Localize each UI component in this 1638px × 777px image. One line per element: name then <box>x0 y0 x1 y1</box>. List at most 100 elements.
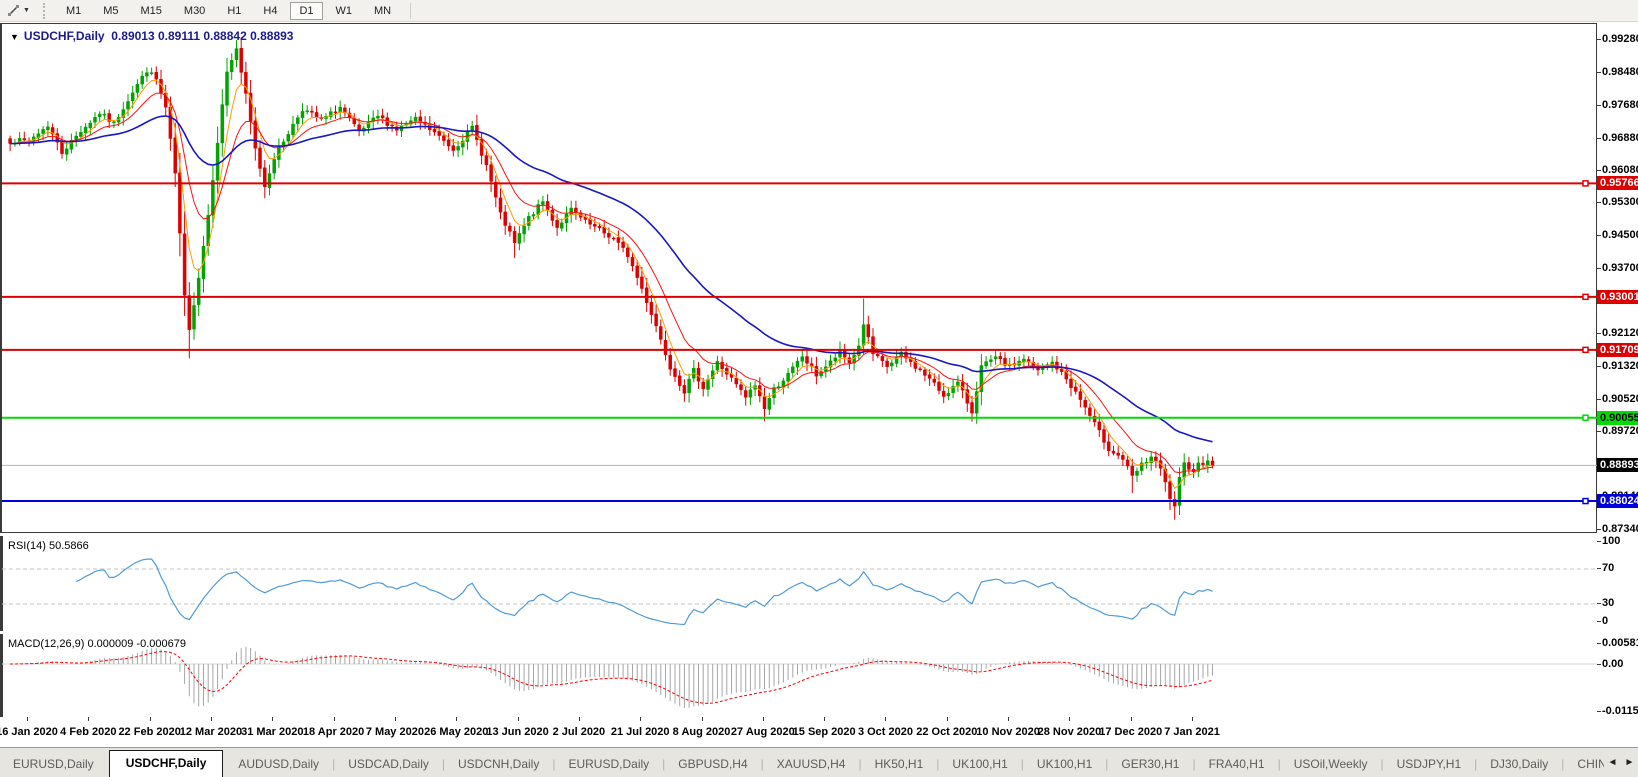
date-label: 17 Dec 2020 <box>1099 726 1162 738</box>
horizontal-line-handle[interactable] <box>1583 294 1588 299</box>
date-tick <box>395 717 396 721</box>
tab-hk50-h1[interactable]: HK50,H1 <box>862 752 937 777</box>
up-candle-bodies <box>13 49 1209 506</box>
chart-tab-bar: EURUSD,DailyUSDCHF,DailyAUDUSD,Daily|USD… <box>0 747 1638 777</box>
rsi-pane[interactable]: RSI(14) 50.5866 <box>0 536 3 631</box>
axis-tick <box>1597 72 1601 73</box>
axis-tick-label: 0.94500 <box>1602 229 1638 241</box>
tab-ger30-h1[interactable]: GER30,H1 <box>1108 752 1192 777</box>
timeframe-button-m15[interactable]: M15 <box>132 2 171 20</box>
axis-tick-label: 0.89720 <box>1602 425 1638 437</box>
date-label: 28 Nov 2020 <box>1038 726 1102 738</box>
rsi-line <box>76 559 1212 624</box>
date-tick <box>1192 717 1193 721</box>
tab-eurusd-daily[interactable]: EURUSD,Daily <box>0 752 107 777</box>
axis-tick-label: 0.97680 <box>1602 99 1638 111</box>
timeframe-button-d1[interactable]: D1 <box>290 2 322 20</box>
date-label: 18 Apr 2020 <box>303 726 364 738</box>
timeframe-button-h4[interactable]: H4 <box>254 2 286 20</box>
timeframe-button-mn[interactable]: MN <box>365 2 400 20</box>
moving-average-line-40 <box>10 116 1212 442</box>
line-studies-button[interactable]: ▼ <box>4 3 33 18</box>
horizontal-line-handle[interactable] <box>1583 181 1588 186</box>
tab-usdjpy-h1[interactable]: USDJPY,H1 <box>1384 752 1474 777</box>
tab-usoil-weekly[interactable]: USOil,Weekly <box>1281 752 1381 777</box>
date-label: 7 May 2020 <box>366 726 424 738</box>
axis-tick-label: -0.011514 <box>1602 705 1638 717</box>
date-tick <box>334 717 335 721</box>
axis-tick-label: 0.005818 <box>1602 637 1638 649</box>
chart-menu-icon[interactable]: ▼ <box>10 32 19 42</box>
timeframe-button-m30[interactable]: M30 <box>175 2 214 20</box>
axis-tick <box>1597 711 1601 712</box>
tab-gbpusd-h4[interactable]: GBPUSD,H4 <box>665 752 760 777</box>
macd-pane[interactable]: MACD(12,26,9) 0.000009 -0.000679 <box>0 634 3 717</box>
price-label-badge: 0.88024 <box>1597 494 1638 508</box>
date-label: 22 Oct 2020 <box>916 726 977 738</box>
trading-terminal-window: ▼ M1M5 M15M30H1H4D1 W1MN ▼ USDCHF,Daily 0.8… <box>0 0 1638 777</box>
chart-symbol-label: USDCHF,Daily <box>24 29 105 43</box>
macd-chart-area[interactable] <box>2 635 1597 716</box>
axis-tick <box>1597 39 1601 40</box>
tab-uk100-h1[interactable]: UK100,H1 <box>1024 752 1105 777</box>
date-tick <box>211 717 212 721</box>
down-candle-wicks <box>10 37 1212 519</box>
date-label: 12 Mar 2020 <box>180 726 242 738</box>
horizontal-line-handle[interactable] <box>1583 415 1588 420</box>
date-label: 10 Nov 2020 <box>976 726 1040 738</box>
date-label: 31 Mar 2020 <box>241 726 303 738</box>
date-tick <box>947 717 948 721</box>
axis-tick <box>1597 664 1601 665</box>
tab-xauusd-h4[interactable]: XAUUSD,H4 <box>764 752 859 777</box>
toolbar-grip[interactable] <box>43 3 47 19</box>
date-label: 8 Aug 2020 <box>673 726 731 738</box>
date-tick <box>885 717 886 721</box>
timeframe-button-w1[interactable]: W1 <box>327 2 362 20</box>
axis-tick-label: 0.95300 <box>1602 196 1638 208</box>
timeframe-button-h1[interactable]: H1 <box>218 2 250 20</box>
tab-usdchf-daily[interactable]: USDCHF,Daily <box>109 750 224 777</box>
tab-dj30-daily[interactable]: DJ30,Daily <box>1477 752 1561 777</box>
tab-scroll-left-button[interactable]: ◄ <box>1608 757 1618 768</box>
chart-ohlc-values: 0.89013 0.89111 0.88842 0.88893 <box>111 29 293 43</box>
axis-tick-label: 100 <box>1602 535 1620 547</box>
main-chart-pane[interactable]: ▼ USDCHF,Daily 0.89013 0.89111 0.88842 0.… <box>0 23 1597 533</box>
tab-usdcad-daily[interactable]: USDCAD,Daily <box>335 752 442 777</box>
up-candle-wicks <box>15 40 1208 515</box>
axis-tick <box>1597 399 1601 400</box>
candlestick-chart-area[interactable] <box>2 24 1597 532</box>
axis-tick <box>1597 643 1601 644</box>
axis-tick-label: 30 <box>1602 597 1614 609</box>
horizontal-line-handle[interactable] <box>1583 499 1588 504</box>
date-tick <box>518 717 519 721</box>
axis-tick-label: 0.93700 <box>1602 262 1638 274</box>
tab-audusd-daily[interactable]: AUDUSD,Daily <box>225 752 332 777</box>
axis-tick-label: 0.96880 <box>1602 132 1638 144</box>
date-label: 3 Oct 2020 <box>858 726 913 738</box>
date-tick <box>272 717 273 721</box>
axis-tick-label: 0.00 <box>1602 658 1623 670</box>
tab-fra40-h1[interactable]: FRA40,H1 <box>1196 752 1278 777</box>
axis-tick <box>1597 202 1601 203</box>
axis-tick-label: 0.98480 <box>1602 66 1638 78</box>
tab-usdcnh-daily[interactable]: USDCNH,Daily <box>445 752 552 777</box>
line-studies-icon <box>7 4 20 17</box>
timeframe-buttons: M1M5 M15M30H1H4D1 W1MN <box>55 2 402 20</box>
tab-eurusd-daily[interactable]: EURUSD,Daily <box>555 752 662 777</box>
axis-tick-label: 0.92120 <box>1602 327 1638 339</box>
axis-tick <box>1597 431 1601 432</box>
date-label: 27 Aug 2020 <box>731 726 795 738</box>
date-label: 16 Jan 2020 <box>0 726 58 738</box>
timeframe-button-m1[interactable]: M1 <box>57 2 90 20</box>
axis-tick <box>1597 105 1601 106</box>
axis-tick-label: 0.90520 <box>1602 393 1638 405</box>
tab-uk100-h1[interactable]: UK100,H1 <box>939 752 1020 777</box>
chevron-down-icon[interactable]: ▼ <box>23 7 30 14</box>
axis-tick <box>1597 529 1601 530</box>
rsi-chart-area[interactable] <box>2 537 1597 630</box>
horizontal-line-handle[interactable] <box>1583 347 1588 352</box>
tab-scroll-right-button[interactable]: ► <box>1625 757 1635 768</box>
date-label: 2 Jul 2020 <box>553 726 606 738</box>
date-tick <box>1131 717 1132 721</box>
timeframe-button-m5[interactable]: M5 <box>94 2 127 20</box>
